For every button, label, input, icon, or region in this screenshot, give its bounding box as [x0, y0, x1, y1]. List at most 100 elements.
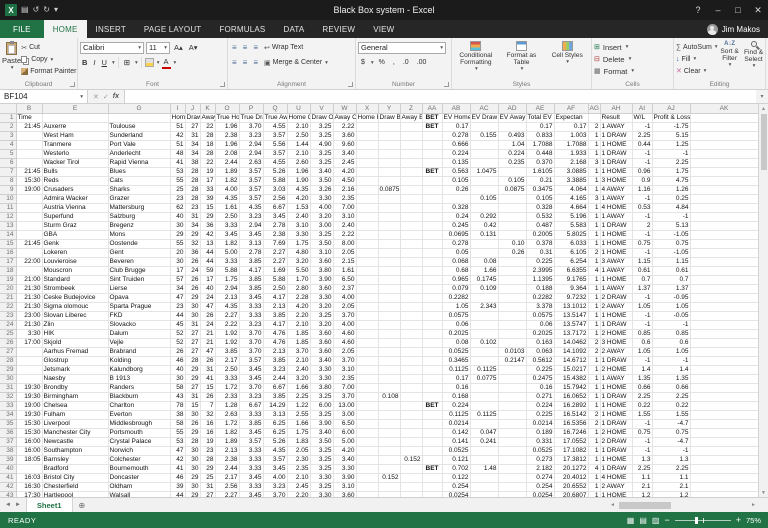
cell-AE30[interactable]: 0.2475	[526, 375, 554, 384]
cell-AE23[interactable]: 0.0575	[526, 312, 554, 321]
cell-J24[interactable]: 31	[185, 321, 200, 330]
cell-V25[interactable]: 3.60	[310, 330, 333, 339]
cell-Q10[interactable]: 2.56	[263, 195, 287, 204]
cell-AA32[interactable]	[422, 393, 442, 402]
column-header-Q[interactable]: Q	[263, 104, 287, 114]
cell-AJ15[interactable]: 0.75	[652, 240, 690, 249]
cell-AH41[interactable]: 4 HOME	[600, 474, 632, 483]
cell-AI39[interactable]: 1.3	[632, 456, 652, 465]
cell-AA6[interactable]	[422, 159, 442, 168]
cell-E29[interactable]: Jetsmark	[42, 366, 108, 375]
cell-B27[interactable]	[16, 348, 42, 357]
copy-button[interactable]: Copy ▾	[21, 54, 76, 65]
cell-AG34[interactable]: 2	[588, 411, 600, 420]
cell-G13[interactable]: Bregenz	[108, 222, 170, 231]
cell-AG17[interactable]: 1	[588, 258, 600, 267]
cell-G23[interactable]: FKD	[108, 312, 170, 321]
cell-G37[interactable]: Crystal Palace	[108, 438, 170, 447]
cell-P18[interactable]: 4.17	[239, 267, 263, 276]
cell-AE16[interactable]: 0.31	[526, 249, 554, 258]
cell-V8[interactable]: 3.50	[310, 177, 333, 186]
cell-I18[interactable]: 17	[170, 267, 185, 276]
row-header-22[interactable]: 22	[0, 303, 16, 312]
cell-AI16[interactable]: -1	[632, 249, 652, 258]
cell-Q9[interactable]: 3.03	[263, 186, 287, 195]
cell-J33[interactable]: 15	[185, 402, 200, 411]
cell-Y14[interactable]	[378, 231, 400, 240]
cell-AA35[interactable]	[422, 420, 442, 429]
cell-AA29[interactable]	[422, 366, 442, 375]
cell-AH28[interactable]: 1 DRAW	[600, 357, 632, 366]
cell-G15[interactable]: Oostende	[108, 240, 170, 249]
cell-Y28[interactable]	[378, 357, 400, 366]
tab-page-layout[interactable]: PAGE LAYOUT	[135, 20, 210, 38]
cell-U10[interactable]: 4.20	[287, 195, 310, 204]
cell-AB36[interactable]: 0.142	[442, 429, 470, 438]
cell-G36[interactable]: Portsmouth	[108, 429, 170, 438]
cell-AE31[interactable]: 0.16	[526, 384, 554, 393]
cell-AE14[interactable]: 0.2005	[526, 231, 554, 240]
cell-G41[interactable]: Doncaster	[108, 474, 170, 483]
row-header-1[interactable]: 1	[0, 114, 16, 123]
cell-AG26[interactable]: 2	[588, 339, 600, 348]
cell-E33[interactable]: Chelsea	[42, 402, 108, 411]
cell-AA36[interactable]	[422, 429, 442, 438]
row-header-17[interactable]: 17	[0, 258, 16, 267]
accounting-format-button[interactable]: $	[358, 57, 368, 69]
cell-K8[interactable]: 17	[200, 177, 215, 186]
cell-K18[interactable]: 59	[200, 267, 215, 276]
row-header-10[interactable]: 10	[0, 195, 16, 204]
cell-AF9[interactable]: 4.064	[554, 186, 588, 195]
cell-G8[interactable]: Cats	[108, 177, 170, 186]
cell-AB42[interactable]: 0.254	[442, 483, 470, 492]
cell-AB11[interactable]: 0.328	[442, 204, 470, 213]
cell-AE25[interactable]: 0.2025	[526, 330, 554, 339]
cell-X1[interactable]: Home Be	[356, 114, 378, 123]
cell-AA39[interactable]	[422, 456, 442, 465]
cell-AE29[interactable]: 0.225	[526, 366, 554, 375]
cell-styles-button[interactable]: Cell Styles ▾	[545, 41, 589, 79]
cell-B29[interactable]	[16, 366, 42, 375]
cell-AA33[interactable]: BET	[422, 402, 442, 411]
cell-O2[interactable]: 1.96	[215, 123, 239, 132]
cell-W10[interactable]: 2.35	[333, 195, 356, 204]
cell-K30[interactable]: 41	[200, 375, 215, 384]
cell-U20[interactable]: 2.80	[287, 285, 310, 294]
cell-I17[interactable]: 30	[170, 258, 185, 267]
cell-J2[interactable]: 27	[185, 123, 200, 132]
cell-AF8[interactable]: 3.3885	[554, 177, 588, 186]
cell-B24[interactable]: 21:30	[16, 321, 42, 330]
cell-AB1[interactable]: EV Home	[442, 114, 470, 123]
cell-AC33[interactable]	[470, 402, 498, 411]
cell-AH40[interactable]: 1 DRAW	[600, 465, 632, 474]
cell-E26[interactable]: Skjold	[42, 339, 108, 348]
cell-W40[interactable]: 3.30	[333, 465, 356, 474]
cell-K13[interactable]: 36	[200, 222, 215, 231]
cell-P5[interactable]: 2.94	[239, 150, 263, 159]
cell-AF23[interactable]: 13.5147	[554, 312, 588, 321]
cell-AC5[interactable]	[470, 150, 498, 159]
cell-V30[interactable]: 3.30	[310, 375, 333, 384]
row-header-14[interactable]: 14	[0, 231, 16, 240]
cell-O25[interactable]: 1.92	[215, 330, 239, 339]
cell-AJ3[interactable]: 5.15	[652, 132, 690, 141]
cell-V24[interactable]: 3.20	[310, 321, 333, 330]
cell-AD16[interactable]: 0.26	[498, 249, 526, 258]
cell-W7[interactable]: 4.20	[333, 168, 356, 177]
cell-AD29[interactable]	[498, 366, 526, 375]
row-header-30[interactable]: 30	[0, 375, 16, 384]
cell-AF35[interactable]: 16.5356	[554, 420, 588, 429]
cell-AJ4[interactable]: 1.25	[652, 141, 690, 150]
cell-V27[interactable]: 3.60	[310, 348, 333, 357]
cell-AA30[interactable]	[422, 375, 442, 384]
cell-Z2[interactable]	[400, 123, 422, 132]
cell-Q38[interactable]: 4.35	[263, 447, 287, 456]
cell-AI5[interactable]: -1	[632, 150, 652, 159]
cell-B23[interactable]: 23:00	[16, 312, 42, 321]
cell-J21[interactable]: 29	[185, 294, 200, 303]
cell-Q12[interactable]: 3.45	[263, 213, 287, 222]
cell-P10[interactable]: 3.57	[239, 195, 263, 204]
cell-AG6[interactable]: 3	[588, 159, 600, 168]
cell-P13[interactable]: 2.94	[239, 222, 263, 231]
normal-view-button[interactable]: ▦	[627, 516, 635, 525]
